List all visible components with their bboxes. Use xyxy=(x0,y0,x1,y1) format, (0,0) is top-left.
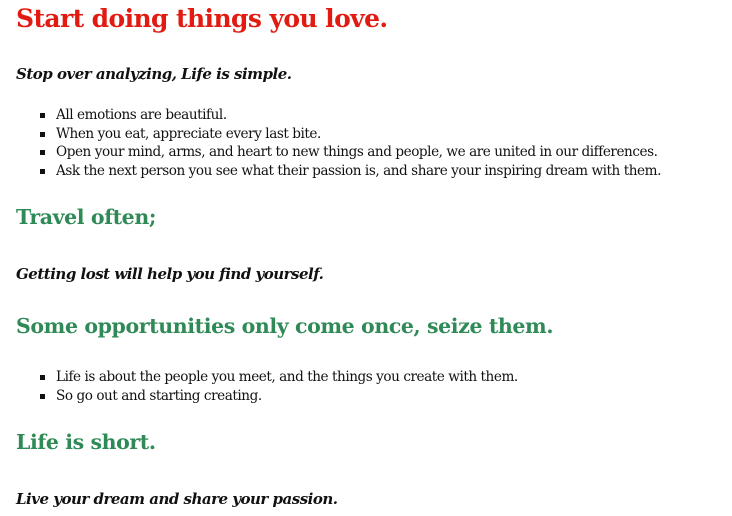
opportunities-heading: Some opportunities only come once, seize… xyxy=(16,314,554,338)
bullet-marker xyxy=(40,150,45,156)
bullet-marker xyxy=(40,169,45,175)
subtitle-quote: Stop over analyzing, Life is simple. xyxy=(16,65,292,83)
list-item: Open your mind, arms, and heart to new t… xyxy=(0,143,661,162)
life-heading: Life is short. xyxy=(16,430,156,454)
life-quote: Live your dream and share your passion. xyxy=(16,490,338,508)
page-title: Start doing things you love. xyxy=(16,4,388,33)
list-item-text: All emotions are beautiful. xyxy=(56,107,227,123)
list-item-text: So go out and starting creating. xyxy=(56,387,262,404)
bullet-marker xyxy=(40,393,45,399)
list-item-text: When you eat, appreciate every last bite… xyxy=(56,125,321,142)
list-item-text: Ask the next person you see what their p… xyxy=(56,163,661,180)
bullet-marker xyxy=(40,113,45,118)
page: Start doing things you love. Stop over a… xyxy=(0,0,732,516)
travel-heading: Travel often; xyxy=(16,205,157,229)
list-item: When you eat, appreciate every last bite… xyxy=(0,125,661,144)
opportunities-list: Life is about the people you meet, and t… xyxy=(0,368,518,405)
list-item-text: Life is about the people you meet, and t… xyxy=(56,369,518,385)
list-item-text: Open your mind, arms, and heart to new t… xyxy=(56,144,658,161)
list-item: Life is about the people you meet, and t… xyxy=(0,368,518,387)
list-item: So go out and starting creating. xyxy=(0,387,518,406)
emotions-list: All emotions are beautiful. When you eat… xyxy=(0,106,661,181)
bullet-marker xyxy=(40,375,45,380)
list-item: All emotions are beautiful. xyxy=(0,106,661,125)
bullet-marker xyxy=(40,131,45,137)
travel-quote: Getting lost will help you find yourself… xyxy=(16,265,324,283)
list-item: Ask the next person you see what their p… xyxy=(0,162,661,181)
